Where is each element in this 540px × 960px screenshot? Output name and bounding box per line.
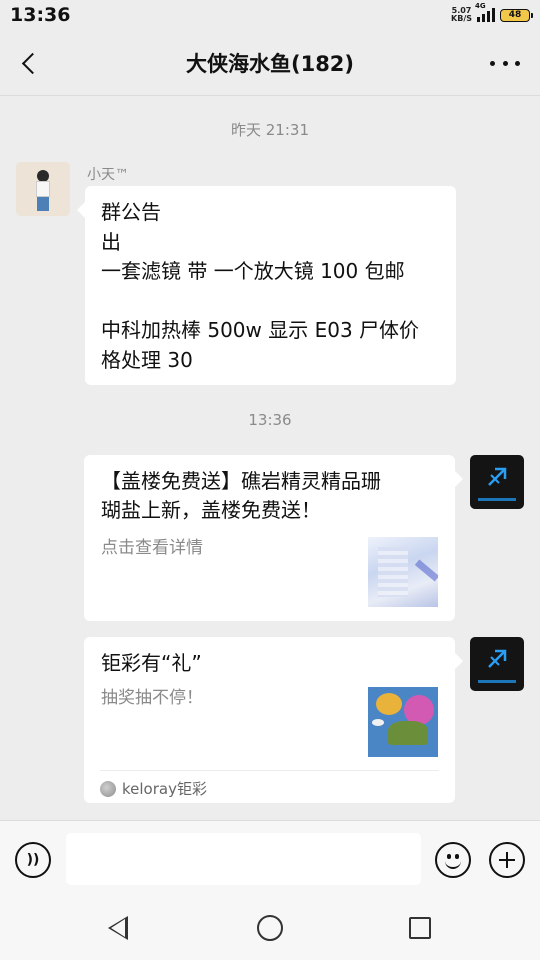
back-button[interactable]	[12, 46, 46, 80]
voice-icon: ))	[26, 852, 40, 868]
message-text-input[interactable]	[66, 833, 421, 885]
card-source-name: keloray钜彩	[122, 780, 207, 798]
message-timestamp: 昨天 21:31	[231, 121, 309, 139]
signal-icon: 4G	[475, 2, 495, 22]
network-speed-unit: KB/S	[451, 14, 472, 23]
link-card-message[interactable]: 钜彩有“礼” 抽奖抽不停！ keloray钜彩	[84, 637, 463, 803]
sender-avatar[interactable]	[16, 162, 70, 216]
emoji-button[interactable]	[435, 842, 471, 878]
message-input-bar: ))	[0, 820, 540, 900]
chat-title: 大侠海水鱼(182)	[185, 51, 355, 76]
battery-icon: 48	[500, 8, 533, 22]
card-source: keloray钜彩	[100, 778, 207, 799]
message-timestamp: 13:36	[248, 411, 292, 429]
link-card-message[interactable]: 【盖楼免费送】礁岩精灵精品珊 瑚盐上新，盖楼免费送！ 点击查看详情	[84, 455, 463, 621]
sagittarius-logo-icon	[488, 649, 507, 668]
more-dot-icon	[515, 60, 520, 66]
card-title: 钜彩有“礼”	[101, 651, 202, 675]
network-type: 4G	[475, 2, 486, 10]
card-title: 【盖楼免费送】礁岩精灵精品珊	[101, 469, 381, 493]
more-options-button[interactable]	[490, 50, 520, 76]
sagittarius-logo-icon	[488, 467, 507, 486]
status-icons: 5.07 KB/S 4G 48	[451, 2, 533, 23]
card-thumbnail	[368, 687, 438, 757]
system-back-icon[interactable]	[108, 916, 128, 940]
announcement-line: 中科加热棒 500w 显示 E03 尸体价	[101, 318, 420, 342]
self-avatar[interactable]	[470, 455, 524, 509]
card-thumbnail	[368, 537, 438, 607]
more-dot-icon	[502, 60, 508, 66]
more-dot-icon	[490, 60, 495, 66]
card-divider	[100, 770, 439, 771]
announcement-line: 格处理 30	[101, 347, 193, 372]
battery-level: 48	[508, 10, 522, 20]
announcement-line	[101, 287, 440, 317]
card-description: 抽奖抽不停！	[101, 688, 203, 708]
sender-name: 小天™	[87, 167, 129, 183]
self-avatar[interactable]	[470, 637, 524, 691]
network-speed: 5.07 KB/S	[451, 7, 472, 23]
system-recents-icon[interactable]	[409, 917, 431, 939]
chat-header: 大侠海水鱼(182)	[0, 30, 540, 96]
status-time: 13:36	[10, 4, 71, 26]
status-bar: 13:36 5.07 KB/S 4G 48	[0, 0, 540, 30]
announcement-line: 一套滤镜 带 一个放大镜 100 包邮	[101, 259, 405, 283]
chevron-left-icon	[21, 52, 43, 74]
voice-input-button[interactable]: ))	[15, 842, 51, 878]
more-actions-button[interactable]	[489, 842, 525, 878]
announcement-line: 出	[101, 229, 121, 254]
source-avatar-icon	[100, 780, 116, 797]
system-nav-bar	[0, 900, 540, 960]
card-description: 点击查看详情	[101, 538, 203, 558]
card-title: 瑚盐上新，盖楼免费送！	[101, 498, 321, 522]
system-home-icon[interactable]	[257, 915, 283, 941]
announcement-line: 群公告	[101, 200, 161, 224]
announcement-bubble[interactable]: 群公告 出 一套滤镜 带 一个放大镜 100 包邮 中科加热棒 500w 显示 …	[77, 186, 456, 385]
